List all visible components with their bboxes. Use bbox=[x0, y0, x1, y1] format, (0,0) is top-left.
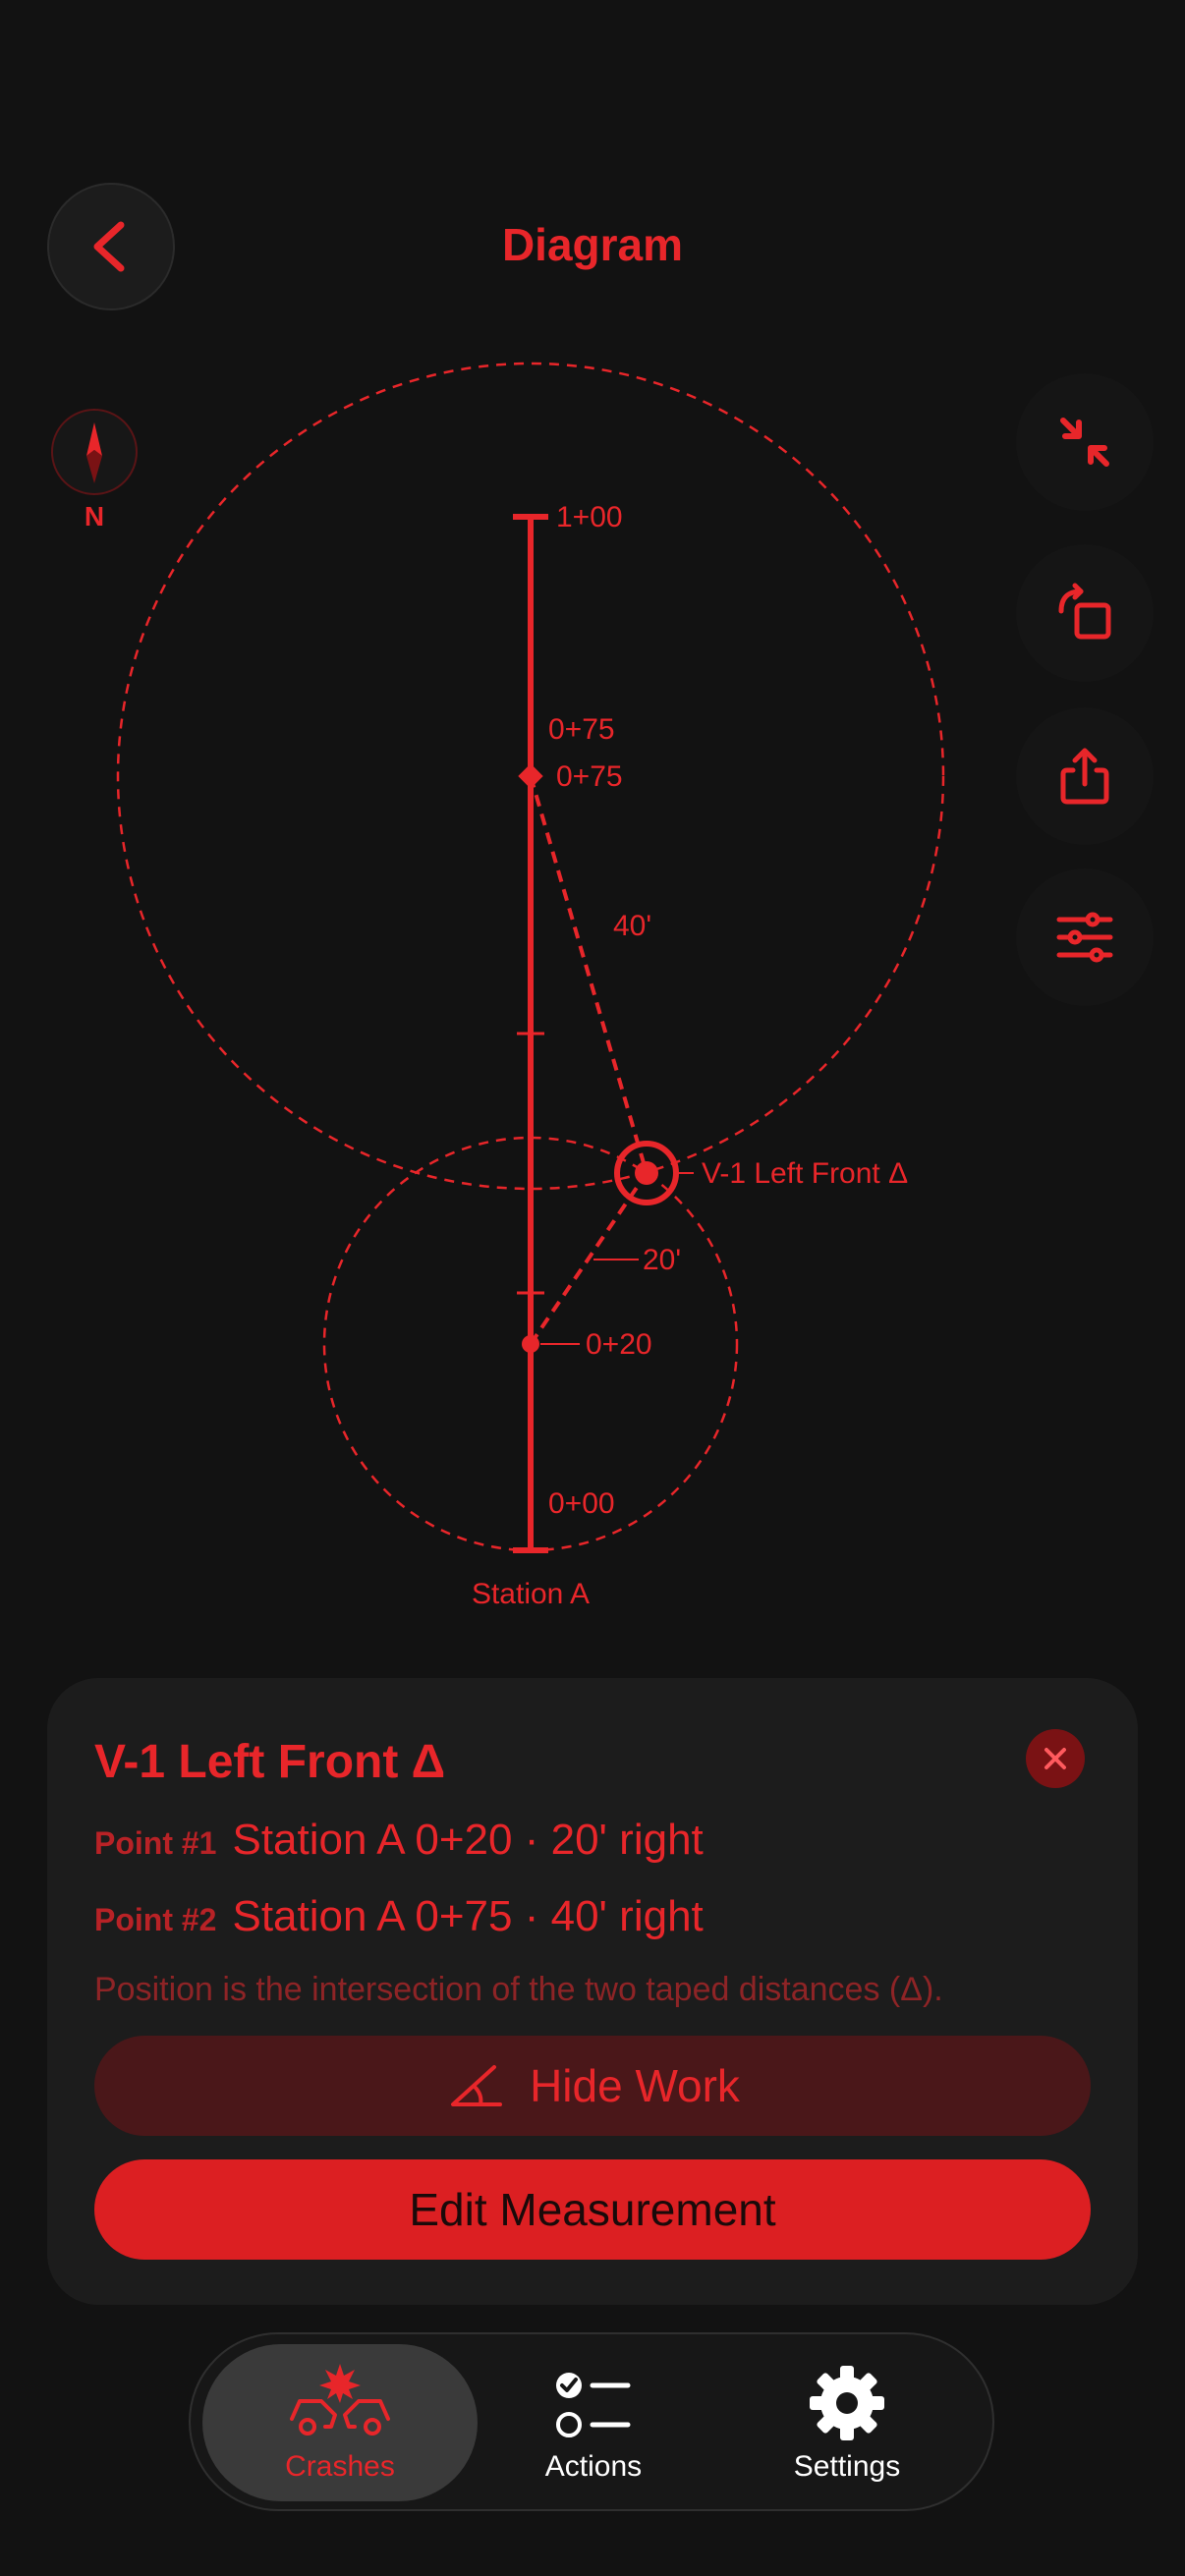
sliders-icon bbox=[1056, 912, 1113, 963]
tab-settings[interactable]: Settings bbox=[709, 2344, 985, 2501]
explanation-text: Position is the intersection of the two … bbox=[94, 1971, 943, 2008]
tab-actions[interactable]: Actions bbox=[456, 2344, 731, 2501]
point-row-1: Point #1 Station A 0+20 · 20' right bbox=[94, 1816, 704, 1865]
crash-icon bbox=[290, 2364, 390, 2436]
station-label-top: 1+00 bbox=[556, 501, 623, 533]
detail-title: V-1 Left Front Δ bbox=[94, 1736, 446, 1788]
screen: Diagram N 1+00 0+75 0+75 40' V-1 Left Fr… bbox=[0, 0, 1185, 2576]
checklist-icon bbox=[556, 2373, 631, 2437]
point-row-2: Point #2 Station A 0+75 · 40' right bbox=[94, 1892, 704, 1941]
filters-button[interactable] bbox=[1016, 868, 1154, 1006]
tab-label: Settings bbox=[793, 2450, 901, 2483]
hide-work-button[interactable]: Hide Work bbox=[94, 2036, 1091, 2136]
distance-label-upper: 40' bbox=[613, 910, 651, 942]
measurement-diagram[interactable]: 1+00 0+75 0+75 40' V-1 Left Front Δ 20' … bbox=[0, 334, 1002, 1631]
share-button[interactable] bbox=[1016, 707, 1154, 845]
upper-station-point[interactable] bbox=[518, 763, 543, 789]
rotate-view-button[interactable] bbox=[1016, 544, 1154, 682]
angle-icon bbox=[451, 2065, 503, 2106]
collapse-view-button[interactable] bbox=[1016, 373, 1154, 511]
point-value: Station A 0+20 · 20' right bbox=[232, 1816, 704, 1864]
upper-tape-line bbox=[529, 775, 649, 1174]
tab-bar: Crashes Actions Settings bbox=[189, 2332, 994, 2511]
distance-label-lower: 20' bbox=[643, 1244, 681, 1276]
close-icon bbox=[1044, 1748, 1066, 1769]
edit-measurement-label: Edit Measurement bbox=[409, 2184, 776, 2235]
rotate-icon bbox=[1058, 583, 1111, 640]
station-label-lower: 0+20 bbox=[586, 1328, 652, 1361]
baseline-name: Station A bbox=[472, 1578, 590, 1610]
target-label: V-1 Left Front Δ bbox=[702, 1157, 908, 1190]
point-value: Station A 0+75 · 40' right bbox=[232, 1892, 704, 1940]
station-callout-upper: 0+75 bbox=[548, 713, 615, 746]
station-label-bottom: 0+00 bbox=[548, 1487, 615, 1520]
page-title: Diagram bbox=[501, 219, 684, 270]
tab-label: Actions bbox=[544, 2450, 643, 2483]
hide-work-label: Hide Work bbox=[530, 2060, 740, 2111]
close-button[interactable] bbox=[1026, 1729, 1085, 1788]
tab-crashes[interactable]: Crashes bbox=[202, 2344, 478, 2501]
tab-label: Crashes bbox=[285, 2450, 395, 2483]
point-label: Point #2 bbox=[94, 1902, 217, 1937]
edit-measurement-button[interactable]: Edit Measurement bbox=[94, 2159, 1091, 2260]
gear-icon bbox=[810, 2366, 884, 2440]
lower-station-point[interactable] bbox=[522, 1335, 539, 1353]
point-label: Point #1 bbox=[94, 1825, 217, 1861]
station-label-upper: 0+75 bbox=[556, 760, 623, 793]
measurement-detail-card: V-1 Left Front Δ Point #1 Station A 0+20 … bbox=[47, 1678, 1138, 2305]
collapse-arrows-icon bbox=[1060, 418, 1109, 467]
target-marker[interactable] bbox=[614, 1141, 694, 1205]
share-icon bbox=[1060, 748, 1109, 805]
